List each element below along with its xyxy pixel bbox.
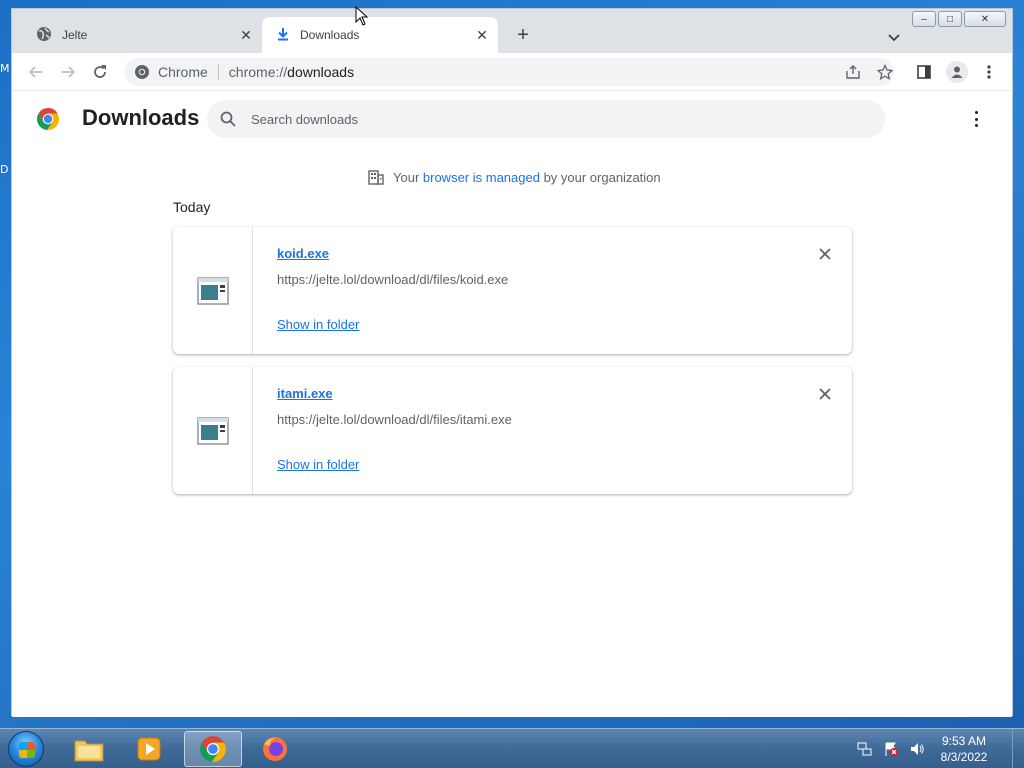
file-icon-column bbox=[173, 227, 253, 354]
desktop-label-fragment: D bbox=[0, 163, 9, 176]
media-player-icon bbox=[137, 737, 161, 761]
chrome-logo-icon bbox=[36, 107, 60, 131]
side-panel-icon[interactable] bbox=[915, 63, 933, 81]
back-icon[interactable] bbox=[26, 62, 46, 82]
system-tray: 9:53 AM 8/3/2022 bbox=[856, 729, 1024, 768]
profile-icon[interactable] bbox=[946, 61, 968, 83]
download-item: koid.exe https://jelte.lol/download/dl/f… bbox=[173, 227, 852, 354]
volume-icon[interactable] bbox=[908, 740, 926, 758]
site-chip[interactable]: Chrome bbox=[134, 64, 208, 80]
more-actions-icon[interactable] bbox=[968, 109, 984, 129]
taskbar-clock[interactable]: 9:53 AM 8/3/2022 bbox=[934, 733, 994, 765]
page-title: Downloads bbox=[82, 105, 200, 130]
browser-menu-icon[interactable] bbox=[980, 63, 998, 81]
mouse-cursor-icon bbox=[355, 6, 369, 26]
tab-title: Jelte bbox=[62, 28, 88, 42]
tab-search-chevron-icon[interactable] bbox=[884, 27, 904, 47]
download-icon bbox=[276, 27, 290, 44]
action-center-flag-icon[interactable] bbox=[882, 740, 900, 758]
managed-link[interactable]: browser is managed bbox=[423, 170, 540, 185]
managed-notice: Your browser is managed by your organiza… bbox=[367, 168, 661, 186]
show-in-folder-link[interactable]: Show in folder bbox=[277, 317, 359, 332]
clock-time: 9:53 AM bbox=[941, 734, 987, 748]
managed-text: Your browser is managed by your organiza… bbox=[393, 169, 661, 185]
download-item: itami.exe https://jelte.lol/download/dl/… bbox=[173, 367, 852, 494]
start-button[interactable] bbox=[8, 731, 44, 767]
reload-icon[interactable] bbox=[90, 62, 110, 82]
file-source-url: https://jelte.lol/download/dl/files/itam… bbox=[277, 412, 512, 427]
search-input[interactable] bbox=[251, 111, 811, 127]
network-icon[interactable] bbox=[856, 740, 874, 758]
file-name-link[interactable]: koid.exe bbox=[277, 246, 329, 261]
minimize-button[interactable]: – bbox=[912, 11, 936, 27]
tab-title: Downloads bbox=[300, 28, 360, 42]
remove-download-close-icon[interactable] bbox=[817, 246, 833, 262]
new-tab-button[interactable]: + bbox=[512, 25, 534, 47]
taskbar-chrome[interactable] bbox=[184, 731, 242, 767]
share-icon[interactable] bbox=[844, 63, 862, 81]
building-icon bbox=[368, 170, 384, 185]
tab-close-button[interactable]: ✕ bbox=[474, 27, 490, 43]
tab-downloads[interactable]: Downloads ✕ bbox=[262, 17, 498, 53]
forward-icon[interactable] bbox=[58, 62, 78, 82]
clock-date: 8/3/2022 bbox=[940, 750, 988, 764]
site-chip-label: Chrome bbox=[158, 64, 208, 80]
address-bar[interactable]: Chrome chrome://downloads bbox=[124, 58, 894, 86]
show-in-folder-link[interactable]: Show in folder bbox=[277, 457, 359, 472]
close-window-button[interactable]: ✕ bbox=[964, 11, 1006, 27]
taskbar-firefox[interactable] bbox=[246, 731, 304, 767]
star-icon[interactable] bbox=[876, 63, 894, 81]
chrome-icon bbox=[135, 65, 149, 79]
browser-toolbar: Chrome chrome://downloads bbox=[12, 53, 1012, 91]
globe-icon bbox=[36, 26, 52, 45]
taskbar-media-player[interactable] bbox=[120, 731, 178, 767]
window-controls: – □ ✕ bbox=[912, 11, 1006, 27]
file-name-link[interactable]: itami.exe bbox=[277, 386, 333, 401]
chrome-icon bbox=[200, 736, 226, 762]
remove-download-close-icon[interactable] bbox=[817, 386, 833, 402]
search-icon bbox=[220, 111, 236, 127]
exe-file-icon bbox=[196, 276, 229, 305]
file-icon-column bbox=[173, 367, 253, 494]
tab-close-button[interactable]: ✕ bbox=[238, 27, 254, 43]
desktop-label-fragment: M bbox=[0, 62, 10, 75]
date-section-label: Today bbox=[173, 199, 211, 215]
maximize-button[interactable]: □ bbox=[938, 11, 962, 27]
tab-strip: Jelte ✕ Downloads ✕ + – □ ✕ bbox=[12, 9, 1012, 53]
file-source-url: https://jelte.lol/download/dl/files/koid… bbox=[277, 272, 509, 287]
search-box[interactable] bbox=[207, 100, 885, 138]
url-text: chrome://downloads bbox=[228, 64, 355, 80]
show-desktop-button[interactable] bbox=[1012, 729, 1024, 768]
taskbar: 9:53 AM 8/3/2022 bbox=[0, 728, 1024, 768]
browser-window: Jelte ✕ Downloads ✕ + – □ ✕ Chrome chrom… bbox=[11, 8, 1013, 717]
folder-icon bbox=[74, 740, 104, 762]
firefox-icon bbox=[263, 737, 287, 761]
tab-jelte[interactable]: Jelte ✕ bbox=[30, 17, 262, 53]
exe-file-icon bbox=[196, 416, 229, 445]
downloads-page: Downloads Your browser is managed by you… bbox=[12, 91, 1012, 717]
omnibox-divider bbox=[217, 64, 219, 80]
downloads-header: Downloads bbox=[12, 91, 1012, 147]
taskbar-explorer[interactable] bbox=[60, 731, 118, 767]
